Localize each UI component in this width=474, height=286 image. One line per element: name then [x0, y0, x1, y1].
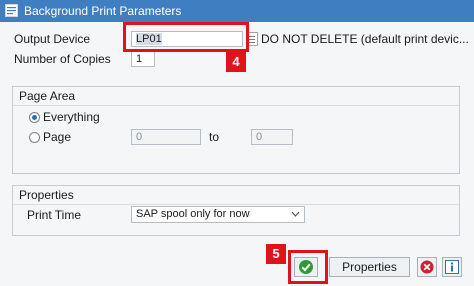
annotation-badge-5: 5	[266, 244, 286, 264]
chevron-down-icon	[291, 211, 300, 217]
info-button[interactable]	[442, 257, 462, 277]
page-to-field[interactable]: 0	[251, 129, 293, 145]
print-time-label: Print Time	[27, 208, 82, 222]
print-time-select[interactable]: SAP spool only for now	[131, 206, 305, 223]
cancel-button[interactable]	[417, 257, 437, 277]
info-icon	[445, 260, 459, 274]
window-app-icon	[5, 4, 18, 17]
page-from-field[interactable]: 0	[131, 129, 201, 145]
copies-field[interactable]: 1	[131, 51, 155, 67]
title-bar: Background Print Parameters	[0, 0, 474, 22]
to-label: to	[209, 130, 220, 144]
everything-label: Everything	[43, 110, 100, 124]
page-area-title: Page Area	[13, 87, 459, 106]
everything-radio[interactable]	[29, 112, 40, 123]
print-time-value: SAP spool only for now	[136, 208, 250, 220]
page-from-value: 0	[136, 131, 143, 143]
cancel-icon	[420, 260, 434, 274]
page-area-group: Page Area	[12, 86, 460, 174]
output-device-description: DO NOT DELETE (default print devic...	[261, 32, 469, 46]
annotation-box-5	[288, 250, 328, 284]
page-to-value: 0	[256, 131, 263, 143]
page-radio[interactable]	[29, 132, 40, 143]
copies-label: Number of Copies	[14, 52, 111, 66]
output-device-label: Output Device	[14, 32, 91, 46]
properties-button[interactable]: Properties	[329, 257, 410, 277]
page-label: Page	[43, 130, 72, 144]
annotation-badge-4: 4	[226, 52, 246, 72]
properties-title: Properties	[13, 186, 459, 205]
copies-value: 1	[136, 53, 143, 65]
annotation-box-4	[123, 22, 249, 52]
window-title: Background Print Parameters	[24, 4, 182, 18]
